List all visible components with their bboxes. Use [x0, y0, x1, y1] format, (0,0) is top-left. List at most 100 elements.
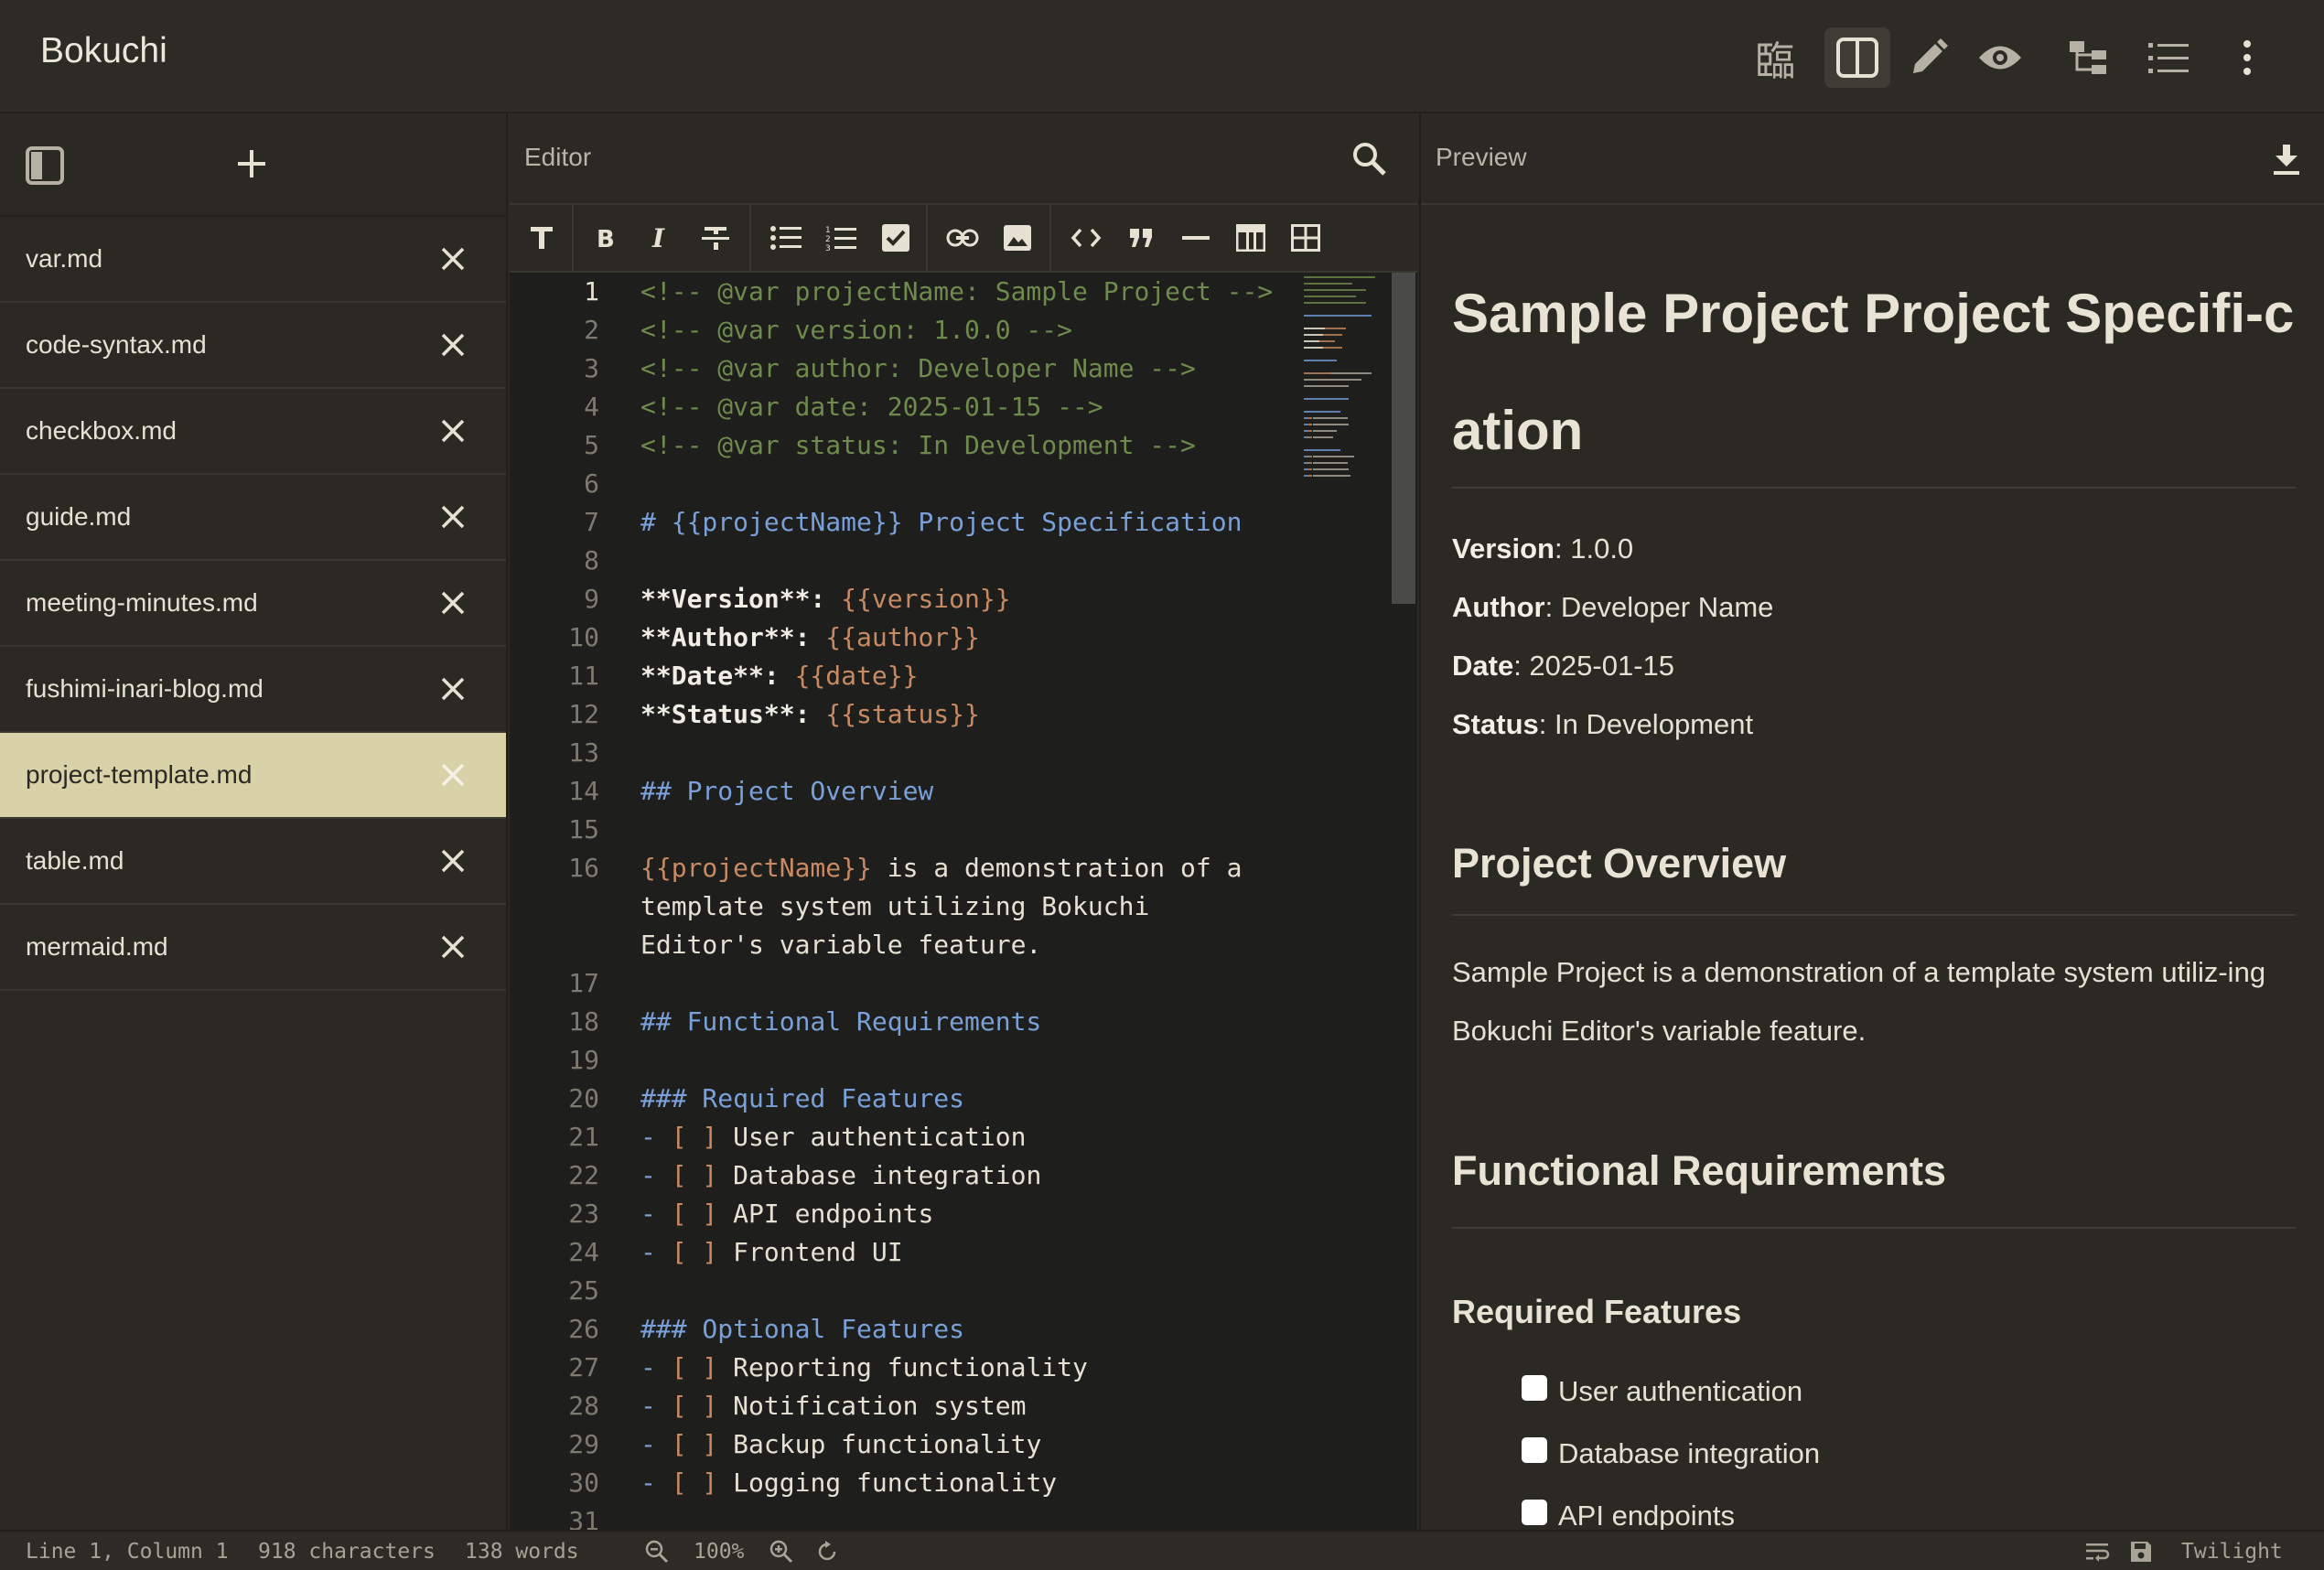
code-token: Frontend UI	[717, 1237, 903, 1267]
meta-date: Date: 2025-01-15	[1452, 650, 1675, 682]
grid-button[interactable]	[1287, 220, 1324, 256]
overview-divider	[1452, 914, 2296, 916]
preview-header: Preview	[1421, 113, 2324, 205]
task-checkbox[interactable]	[1522, 1437, 1547, 1463]
code-token: <!-- @var version: 1.0.0 -->	[640, 315, 1073, 345]
file-tab[interactable]: fushimi-inari-blog.md	[0, 647, 506, 733]
close-icon[interactable]	[438, 932, 468, 962]
word-wrap-icon[interactable]	[2084, 1539, 2110, 1565]
toc-list-button[interactable]	[2136, 27, 2201, 88]
numbered-list-button[interactable]: 123	[823, 220, 859, 256]
close-icon[interactable]	[438, 416, 468, 446]
line-number: 14	[568, 776, 599, 806]
zoom-out-icon[interactable]	[644, 1539, 670, 1565]
preview-mode-button[interactable]	[1967, 27, 2033, 88]
minimap-line	[1312, 468, 1350, 470]
zoom-in-icon[interactable]	[769, 1539, 794, 1565]
status-bar: Line 1, Column 1 918 characters 138 word…	[0, 1530, 2324, 1570]
line-number: 27	[568, 1352, 599, 1382]
minimap-line	[1304, 449, 1340, 451]
image-button[interactable]	[999, 220, 1036, 256]
code-line: - [ ] Reporting functionality	[640, 1349, 1088, 1387]
table-button[interactable]	[1232, 220, 1269, 256]
code-line: - [ ] API endpoints	[640, 1195, 933, 1233]
minimap-line	[1304, 283, 1353, 285]
minimap-line	[1304, 334, 1323, 336]
minimap[interactable]	[1304, 273, 1384, 730]
split-view-button[interactable]	[1824, 27, 1890, 88]
h1-divider	[1452, 487, 2296, 489]
app-title: Bokuchi	[40, 31, 167, 70]
file-tab[interactable]: meeting-minutes.md	[0, 561, 506, 647]
file-tab[interactable]: code-syntax.md	[0, 303, 506, 389]
close-icon[interactable]	[438, 502, 468, 532]
code-line: <!-- @var version: 1.0.0 -->	[640, 311, 1072, 349]
download-icon[interactable]	[2272, 143, 2301, 176]
close-icon[interactable]	[438, 674, 468, 704]
close-icon[interactable]	[438, 760, 468, 790]
meta-version: Version: 1.0.0	[1452, 532, 1634, 565]
code-line: <!-- @var projectName: Sample Project --…	[640, 273, 1273, 311]
file-tab[interactable]: mermaid.md	[0, 905, 506, 991]
code-token: {{status}}	[810, 699, 980, 729]
close-icon[interactable]	[438, 244, 468, 274]
code-editor[interactable]: 1 2 3 4 5 6 7 8 9 10 11 12 13 14 15 16 17 18 19 20 21 22 23 24 2…	[510, 273, 1417, 1530]
preview-title: Preview	[1436, 143, 1527, 171]
reset-zoom-icon[interactable]	[814, 1539, 840, 1565]
bullet-list-button[interactable]	[768, 220, 804, 256]
checklist-button[interactable]	[877, 220, 914, 256]
strikethrough-button[interactable]	[697, 220, 734, 256]
line-number: 18	[568, 1006, 599, 1037]
pencil-icon	[1913, 38, 1948, 73]
code-token: <!-- @var status: In Development -->	[640, 430, 1196, 460]
save-icon[interactable]	[2128, 1539, 2154, 1565]
horizontal-rule-button[interactable]	[1178, 220, 1214, 256]
text-style-button[interactable]	[523, 220, 560, 256]
italic-button[interactable]: I	[642, 220, 679, 256]
close-icon[interactable]	[438, 330, 468, 360]
search-icon[interactable]	[1351, 141, 1388, 177]
line-number: 30	[568, 1468, 599, 1498]
line-number: 21	[568, 1122, 599, 1152]
edit-mode-button[interactable]	[1896, 27, 1962, 88]
character-count: 918 characters	[258, 1540, 436, 1564]
file-tab[interactable]: checkbox.md	[0, 389, 506, 475]
outline-tree-button[interactable]	[2055, 27, 2121, 88]
code-button[interactable]	[1068, 220, 1104, 256]
new-file-icon[interactable]	[236, 148, 267, 179]
minimap-line	[1304, 347, 1323, 349]
kanji-mode-button[interactable]: 臨	[1742, 27, 1808, 88]
svg-text:I: I	[651, 225, 665, 251]
minimap-line	[1304, 398, 1350, 400]
quote-button[interactable]	[1123, 220, 1159, 256]
bold-button[interactable]: B	[587, 220, 624, 256]
code-token: ## Functional Requirements	[640, 1006, 1042, 1037]
code-token: [ ]	[671, 1122, 718, 1152]
code-token: -	[640, 1199, 672, 1229]
theme-name[interactable]: Twilight	[2181, 1540, 2283, 1564]
code-token: is a demonstration of a	[871, 853, 1243, 883]
file-tab[interactable]: table.md	[0, 819, 506, 905]
more-menu-button[interactable]	[2214, 27, 2280, 88]
link-icon	[946, 229, 979, 247]
file-name: guide.md	[26, 502, 132, 531]
close-icon[interactable]	[438, 846, 468, 876]
file-tab[interactable]: guide.md	[0, 475, 506, 561]
link-button[interactable]	[944, 220, 981, 256]
split-view-icon	[1836, 38, 1878, 78]
file-tab[interactable]: project-template.md	[0, 733, 506, 819]
functional-heading: Functional Requirements	[1452, 1147, 1947, 1194]
task-checkbox[interactable]	[1522, 1375, 1547, 1401]
overview-heading: Project Overview	[1452, 840, 1787, 887]
line-number: 17	[568, 968, 599, 998]
editor-scrollbar[interactable]	[1392, 273, 1415, 604]
code-line: ## Project Overview	[640, 772, 933, 811]
close-icon[interactable]	[438, 588, 468, 618]
toggle-sidebar-icon[interactable]	[26, 146, 64, 185]
minimap-line	[1304, 360, 1338, 361]
file-tab[interactable]: var.md	[0, 217, 506, 303]
file-name: project-template.md	[26, 760, 253, 789]
minimap-line	[1304, 328, 1325, 329]
task-checkbox[interactable]	[1522, 1500, 1547, 1525]
code-token: [ ]	[671, 1237, 718, 1267]
